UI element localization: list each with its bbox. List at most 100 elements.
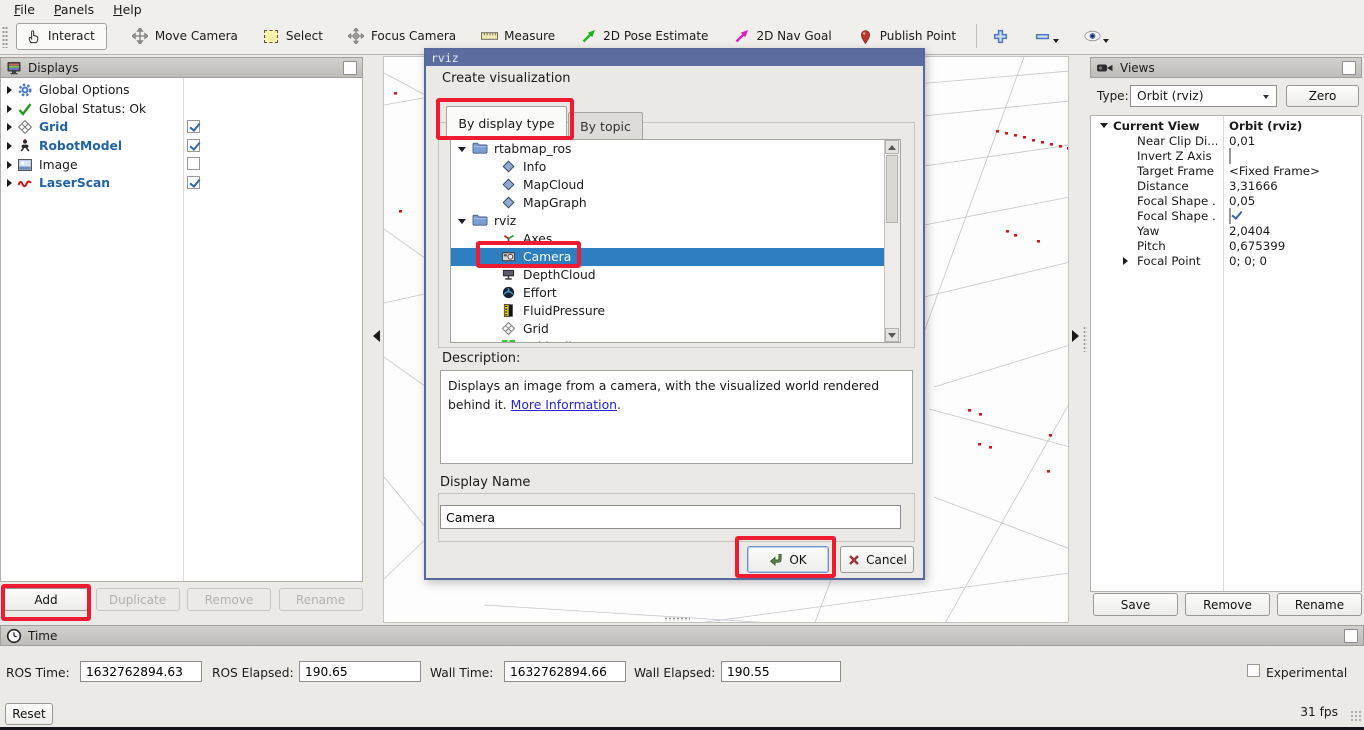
save-view-button[interactable]: Save	[1093, 593, 1178, 616]
scroll-up-icon[interactable]	[885, 140, 899, 154]
displays-row-global-options[interactable]: Global Options	[1, 81, 362, 100]
displays-row-global-status[interactable]: Global Status: Ok	[1, 100, 362, 119]
tree-item-fluidpressure[interactable]: FluidPressure	[451, 302, 887, 320]
view-type-select[interactable]: Orbit (rviz)	[1130, 85, 1277, 107]
tree-item-info[interactable]: Info	[451, 158, 887, 176]
expand-arrow-icon[interactable]	[7, 86, 12, 94]
wall-elapsed-input[interactable]	[721, 661, 841, 682]
menu-help[interactable]: Help	[111, 2, 144, 17]
tree-item-axes[interactable]: Axes	[451, 230, 887, 248]
views-row-focal-point[interactable]: Focal Point 0; 0; 0	[1091, 253, 1361, 268]
rename-view-button[interactable]: Rename	[1277, 593, 1362, 616]
tree-folder-rviz[interactable]: rviz	[451, 212, 887, 230]
splitter-handle[interactable]	[664, 617, 690, 621]
views-row-current-view[interactable]: Current View Orbit (rviz)	[1091, 118, 1361, 133]
property-value[interactable]: 3,31666	[1217, 179, 1278, 193]
remove-tool-button[interactable]	[1034, 28, 1059, 45]
property-value[interactable]: 0; 0; 0	[1217, 254, 1267, 268]
toolbar-drag-handle[interactable]	[2, 26, 8, 48]
views-row-yaw[interactable]: Yaw 2,0404	[1091, 223, 1361, 238]
experimental-checkbox[interactable]	[1247, 664, 1260, 677]
more-information-link[interactable]: More Information	[511, 397, 617, 412]
views-row-focal-shape-fixed[interactable]: Focal Shape ...	[1091, 208, 1361, 223]
tab-by-display-type[interactable]: By display type	[446, 106, 567, 139]
tool-select[interactable]: Select	[263, 28, 323, 45]
enabled-checkbox[interactable]	[187, 176, 200, 189]
expand-arrow-icon[interactable]	[7, 161, 12, 169]
tree-scrollbar[interactable]	[884, 140, 900, 342]
property-value[interactable]: 0,675399	[1217, 239, 1285, 253]
remove-display-button[interactable]: Remove	[187, 588, 271, 611]
ros-time-input[interactable]	[80, 661, 202, 682]
collapse-arrow-icon[interactable]	[458, 147, 466, 152]
collapse-arrow-icon[interactable]	[1100, 123, 1108, 128]
collapse-right-arrow-icon[interactable]	[1072, 330, 1079, 342]
add-tool-button[interactable]	[992, 28, 1009, 45]
duplicate-display-button[interactable]: Duplicate	[96, 588, 180, 611]
ros-elapsed-input[interactable]	[299, 661, 421, 682]
rename-display-button[interactable]: Rename	[279, 588, 363, 611]
property-checkbox[interactable]	[1229, 208, 1231, 224]
tool-measure[interactable]: Measure	[481, 28, 555, 45]
views-row-near-clip[interactable]: Near Clip Di... 0,01	[1091, 133, 1361, 148]
wall-time-input[interactable]	[504, 661, 626, 682]
panel-dock-button[interactable]	[1342, 61, 1356, 75]
scrollbar-thumb[interactable]	[886, 155, 898, 223]
tool-move-camera[interactable]: Move Camera	[132, 28, 238, 45]
collapse-arrow-icon[interactable]	[458, 219, 466, 224]
enabled-checkbox[interactable]	[187, 120, 200, 133]
ok-button[interactable]: OK	[747, 546, 829, 573]
expand-arrow-icon[interactable]	[7, 179, 12, 187]
tree-item-mapgraph[interactable]: MapGraph	[451, 194, 887, 212]
expand-arrow-icon[interactable]	[7, 142, 12, 150]
collapse-left-arrow-icon[interactable]	[373, 330, 380, 342]
reset-button[interactable]: Reset	[5, 703, 53, 725]
panel-dock-button[interactable]	[1344, 629, 1358, 643]
expand-arrow-icon[interactable]	[7, 123, 12, 131]
tool-visibility-button[interactable]	[1084, 28, 1109, 45]
displays-row-robotmodel[interactable]: RobotModel	[1, 137, 362, 156]
displays-panel-header[interactable]: Displays	[0, 57, 363, 78]
time-panel-header[interactable]: Time	[0, 625, 1364, 646]
tree-item-grid[interactable]: Grid	[451, 320, 887, 338]
enabled-checkbox[interactable]	[187, 139, 200, 152]
property-value[interactable]: 0,05	[1217, 194, 1255, 208]
displays-row-laserscan[interactable]: LaserScan	[1, 174, 362, 193]
tree-item-gridcells[interactable]: GridCells	[451, 338, 887, 343]
views-row-invert-z[interactable]: Invert Z Axis	[1091, 148, 1361, 163]
remove-view-button[interactable]: Remove	[1185, 593, 1270, 616]
dialog-titlebar[interactable]: rviz	[426, 50, 923, 66]
views-row-distance[interactable]: Distance 3,31666	[1091, 178, 1361, 193]
splitter-handle[interactable]	[1083, 326, 1087, 352]
enabled-checkbox[interactable]	[187, 157, 200, 170]
cancel-button[interactable]: Cancel	[840, 546, 914, 573]
tool-2d-pose-estimate[interactable]: 2D Pose Estimate	[580, 28, 708, 45]
panel-dock-button[interactable]	[343, 61, 357, 75]
tool-publish-point[interactable]: Publish Point	[857, 28, 956, 45]
views-row-target-frame[interactable]: Target Frame <Fixed Frame>	[1091, 163, 1361, 178]
displays-row-grid[interactable]: Grid	[1, 118, 362, 137]
tree-folder-rtabmap-ros[interactable]: rtabmap_ros	[451, 140, 887, 158]
menu-panels[interactable]: Panels	[52, 2, 96, 17]
property-checkbox[interactable]	[1229, 148, 1231, 164]
views-row-focal-shape-size[interactable]: Focal Shape ... 0,05	[1091, 193, 1361, 208]
display-name-input[interactable]	[440, 505, 901, 529]
displays-row-image[interactable]: Image	[1, 155, 362, 174]
add-display-button[interactable]: Add	[4, 588, 88, 611]
views-panel-header[interactable]: Views	[1090, 57, 1362, 78]
tree-item-effort[interactable]: Effort	[451, 284, 887, 302]
zero-button[interactable]: Zero	[1286, 85, 1359, 107]
tab-by-topic[interactable]: By topic	[568, 112, 643, 139]
scroll-down-icon[interactable]	[885, 328, 899, 342]
property-value[interactable]: 2,0404	[1217, 224, 1270, 238]
tool-interact[interactable]: Interact	[16, 23, 107, 50]
menu-file[interactable]: File	[12, 2, 37, 17]
tree-item-camera[interactable]: Camera	[451, 248, 887, 266]
views-row-pitch[interactable]: Pitch 0,675399	[1091, 238, 1361, 253]
resize-grip[interactable]	[1350, 710, 1362, 722]
tool-focus-camera[interactable]: Focus Camera	[348, 28, 456, 45]
tool-2d-nav-goal[interactable]: 2D Nav Goal	[733, 28, 831, 45]
property-value[interactable]: <Fixed Frame>	[1217, 164, 1320, 178]
expand-arrow-icon[interactable]	[7, 105, 12, 113]
property-value[interactable]: 0,01	[1217, 134, 1255, 148]
